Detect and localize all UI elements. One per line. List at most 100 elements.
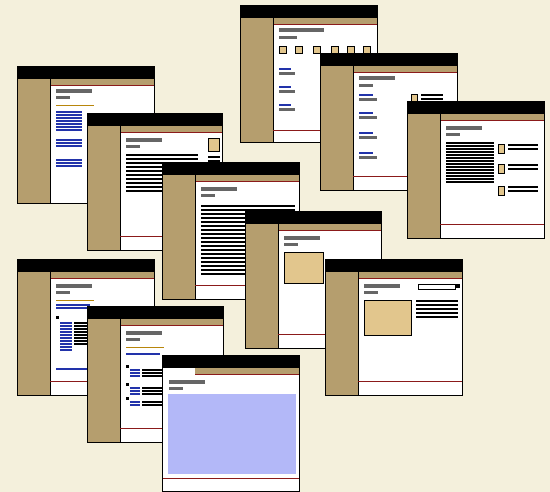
aside-box xyxy=(208,138,220,152)
text-line xyxy=(359,116,377,119)
link-list xyxy=(56,139,82,148)
link-list xyxy=(60,322,72,352)
sidebar xyxy=(241,18,274,142)
sidebar xyxy=(88,126,121,250)
sidebar xyxy=(163,175,196,299)
subheader-bar xyxy=(50,272,154,279)
subtitle-line xyxy=(446,133,460,136)
sidebar xyxy=(246,224,279,348)
bullet xyxy=(126,397,129,400)
subheader-bar xyxy=(195,368,299,375)
header-bar xyxy=(408,102,544,114)
text-block xyxy=(416,300,458,320)
image-placeholder xyxy=(284,252,324,284)
subtitle-line xyxy=(169,387,183,390)
link-list xyxy=(130,401,140,407)
link-list xyxy=(126,353,160,356)
text-line xyxy=(279,90,295,93)
subtitle-line xyxy=(201,194,215,197)
search-button xyxy=(456,284,460,288)
header-bar xyxy=(163,356,299,368)
divider xyxy=(56,105,94,106)
icon-tile xyxy=(498,164,505,174)
title-line xyxy=(126,138,162,142)
title-line xyxy=(284,236,320,240)
header-bar xyxy=(88,307,223,319)
subheader-bar xyxy=(120,126,222,133)
link-line xyxy=(279,68,291,70)
subtitle-line xyxy=(359,84,373,87)
subtitle-line xyxy=(126,338,140,341)
subheader-bar xyxy=(50,79,154,86)
subheader-bar xyxy=(278,224,381,231)
title-line xyxy=(126,331,162,335)
header-bar xyxy=(241,6,377,18)
sidebar xyxy=(88,319,121,442)
search-field xyxy=(418,284,456,290)
title-line xyxy=(169,380,205,384)
subheader-bar xyxy=(353,66,457,73)
subtitle-line xyxy=(56,96,70,99)
sidebar xyxy=(18,79,51,203)
link-list xyxy=(130,369,140,378)
divider xyxy=(56,300,94,301)
subtitle-line xyxy=(284,243,298,246)
text-line xyxy=(279,72,295,75)
bullet xyxy=(126,365,129,368)
text-block xyxy=(446,142,494,184)
link-list xyxy=(56,304,90,310)
link-line xyxy=(359,132,373,134)
subheader-bar xyxy=(120,319,223,326)
header-left-block xyxy=(163,368,195,374)
link-line xyxy=(359,94,373,96)
subheader-bar xyxy=(195,175,299,182)
subtitle-line xyxy=(56,291,70,294)
title-line xyxy=(446,126,482,130)
header-bar xyxy=(18,260,154,272)
subheader-bar xyxy=(273,18,377,25)
icon-tile xyxy=(279,46,287,54)
sidebar xyxy=(408,114,441,238)
image-placeholder xyxy=(364,300,412,336)
bullet xyxy=(126,383,129,386)
link-line xyxy=(359,152,373,154)
subtitle-line xyxy=(126,145,140,148)
text-line xyxy=(359,156,377,159)
title-line xyxy=(56,284,92,288)
link-line xyxy=(279,104,291,106)
header-bar xyxy=(321,54,457,66)
subtitle-line xyxy=(364,291,378,294)
page-thumbnail-image-with-text xyxy=(325,259,463,396)
title-line xyxy=(201,187,237,191)
footer-rule xyxy=(163,478,299,479)
link-line xyxy=(359,112,373,114)
link-list xyxy=(56,159,82,168)
text-block xyxy=(508,144,538,152)
header-bar xyxy=(246,212,381,224)
icon-tile xyxy=(498,144,505,154)
footer-rule xyxy=(358,381,462,382)
subheader-bar xyxy=(358,272,462,279)
page-thumbnail-large-image xyxy=(162,355,300,492)
link-list xyxy=(130,387,140,396)
bullet xyxy=(56,316,59,319)
divider xyxy=(126,347,164,348)
text-line xyxy=(359,98,377,101)
sidebar xyxy=(18,272,51,395)
text-block xyxy=(142,401,162,407)
link-line xyxy=(279,86,291,88)
header-bar xyxy=(88,114,222,126)
text-line xyxy=(359,136,377,139)
link-list xyxy=(56,111,82,132)
header-bar xyxy=(326,260,462,272)
header-bar xyxy=(18,67,154,79)
sidebar xyxy=(321,66,354,190)
text-line xyxy=(279,108,295,111)
text-block xyxy=(142,387,162,396)
page-thumbnail-text-with-icons xyxy=(407,101,545,239)
icon-tile xyxy=(498,186,505,196)
title-line xyxy=(359,76,395,80)
text-block xyxy=(508,186,538,194)
page-background: { "image": { "description_text": "", "ba… xyxy=(0,0,550,492)
sidebar xyxy=(326,272,359,395)
